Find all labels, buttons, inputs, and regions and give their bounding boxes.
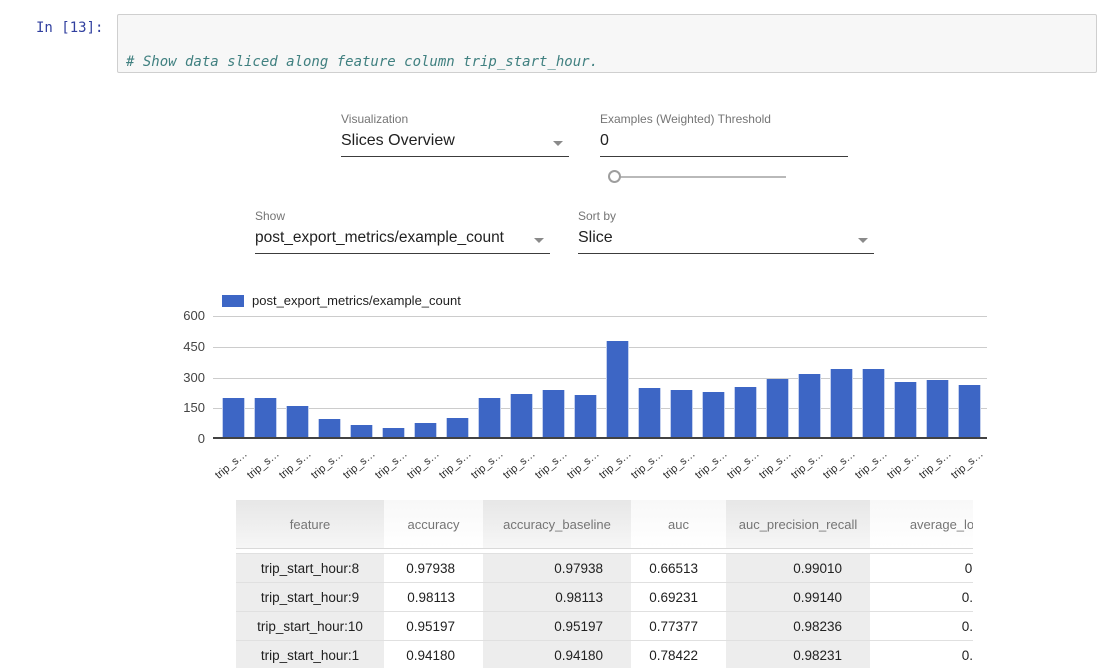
show-label: Show bbox=[255, 209, 550, 223]
metric-cell: 0.1111 bbox=[870, 554, 973, 582]
metric-cell: 0.0892 bbox=[870, 583, 973, 611]
visualization-selected-value: Slices Overview bbox=[341, 132, 455, 149]
y-axis-tick-label: 150 bbox=[160, 400, 205, 415]
metric-cell: 0.77377 bbox=[631, 612, 726, 640]
bar[interactable] bbox=[478, 398, 501, 437]
feature-cell: trip_start_hour:9 bbox=[236, 583, 384, 611]
column-header[interactable]: accuracy_baseline bbox=[483, 500, 631, 548]
legend-swatch-icon bbox=[222, 295, 244, 307]
bar-plot bbox=[213, 316, 987, 439]
table-row: trip_start_hour:100.951970.951970.773770… bbox=[236, 611, 973, 640]
bar[interactable] bbox=[606, 341, 629, 437]
table-row: trip_start_hour:10.941800.941800.784220.… bbox=[236, 640, 973, 668]
metric-cell: 0.97938 bbox=[384, 554, 483, 582]
bar[interactable] bbox=[926, 380, 949, 437]
bar[interactable] bbox=[446, 418, 469, 437]
visualization-dropdown[interactable]: Visualization Slices Overview bbox=[341, 112, 569, 157]
bar[interactable] bbox=[958, 385, 981, 437]
legend-label: post_export_metrics/example_count bbox=[252, 293, 461, 308]
table-header-row: featureaccuracyaccuracy_baselineaucauc_p… bbox=[236, 500, 973, 549]
metrics-table-inner: featureaccuracyaccuracy_baselineaucauc_p… bbox=[236, 500, 973, 668]
metric-cell: 0.1541 bbox=[870, 612, 973, 640]
cell-input-prompt: In [13]: bbox=[36, 20, 103, 36]
threshold-label: Examples (Weighted) Threshold bbox=[600, 112, 848, 126]
metric-cell: 0.98236 bbox=[726, 612, 870, 640]
gridline bbox=[213, 316, 987, 317]
code-cell[interactable]: # Show data sliced along feature column … bbox=[117, 14, 1097, 73]
bar[interactable] bbox=[414, 423, 437, 437]
threshold-field[interactable]: Examples (Weighted) Threshold bbox=[600, 112, 848, 157]
column-header[interactable]: average_loss bbox=[870, 500, 973, 548]
bar[interactable] bbox=[254, 398, 277, 437]
column-header[interactable]: auc_precision_recall bbox=[726, 500, 870, 548]
column-header[interactable]: accuracy bbox=[384, 500, 483, 548]
bar[interactable] bbox=[862, 369, 885, 437]
gridline bbox=[213, 347, 987, 348]
table-row: trip_start_hour:80.979380.979380.665130.… bbox=[236, 553, 973, 582]
metric-cell: 0.66513 bbox=[631, 554, 726, 582]
bar[interactable] bbox=[798, 374, 821, 437]
bar[interactable] bbox=[542, 390, 565, 437]
bar[interactable] bbox=[638, 388, 661, 437]
bar[interactable] bbox=[830, 369, 853, 437]
threshold-input[interactable] bbox=[600, 129, 848, 156]
bar[interactable] bbox=[766, 379, 789, 437]
metric-cell: 0.95197 bbox=[483, 612, 631, 640]
metric-cell: 0.69231 bbox=[631, 583, 726, 611]
bar[interactable] bbox=[286, 406, 309, 437]
chevron-down-icon[interactable] bbox=[534, 238, 544, 243]
metric-cell: 0.78422 bbox=[631, 641, 726, 668]
code-line-comment: # Show data sliced along feature column … bbox=[126, 54, 1088, 71]
bar[interactable] bbox=[734, 387, 757, 437]
metric-cell: 0.95197 bbox=[384, 612, 483, 640]
metric-cell: 0.98113 bbox=[483, 583, 631, 611]
metric-cell: 0.1901 bbox=[870, 641, 973, 668]
column-header[interactable]: feature bbox=[236, 500, 384, 548]
table-row: trip_start_hour:90.981130.981130.692310.… bbox=[236, 582, 973, 611]
slider-handle[interactable] bbox=[608, 170, 621, 183]
sort-by-dropdown[interactable]: Sort by Slice bbox=[578, 209, 874, 254]
chart-legend: post_export_metrics/example_count bbox=[222, 293, 461, 308]
sort-by-label: Sort by bbox=[578, 209, 874, 223]
threshold-slider[interactable] bbox=[606, 169, 790, 185]
show-metric-dropdown[interactable]: Show post_export_metrics/example_count bbox=[255, 209, 550, 254]
metric-cell: 0.99010 bbox=[726, 554, 870, 582]
y-axis-tick-label: 300 bbox=[160, 370, 205, 385]
metric-cell: 0.98113 bbox=[384, 583, 483, 611]
notebook-page: In [13]: # Show data sliced along featur… bbox=[0, 0, 1111, 668]
feature-cell: trip_start_hour:10 bbox=[236, 612, 384, 640]
metrics-table: featureaccuracyaccuracy_baselineaucauc_p… bbox=[236, 500, 973, 668]
metric-cell: 0.97938 bbox=[483, 554, 631, 582]
metric-cell: 0.94180 bbox=[384, 641, 483, 668]
bar[interactable] bbox=[894, 382, 917, 437]
feature-cell: trip_start_hour:8 bbox=[236, 554, 384, 582]
y-axis-tick-label: 450 bbox=[160, 339, 205, 354]
bar[interactable] bbox=[574, 395, 597, 437]
bar[interactable] bbox=[222, 398, 245, 437]
metric-cell: 0.99140 bbox=[726, 583, 870, 611]
chevron-down-icon[interactable] bbox=[553, 141, 563, 146]
y-axis-tick-label: 0 bbox=[160, 431, 205, 446]
metric-cell: 0.94180 bbox=[483, 641, 631, 668]
bar[interactable] bbox=[702, 392, 725, 437]
slider-track[interactable] bbox=[614, 176, 786, 178]
bar[interactable] bbox=[350, 425, 373, 437]
y-axis-tick-label: 600 bbox=[160, 308, 205, 323]
show-selected-value: post_export_metrics/example_count bbox=[255, 229, 504, 246]
bar[interactable] bbox=[382, 428, 405, 437]
bar[interactable] bbox=[318, 419, 341, 437]
sort-by-selected-value: Slice bbox=[578, 229, 613, 246]
metric-cell: 0.98231 bbox=[726, 641, 870, 668]
feature-cell: trip_start_hour:1 bbox=[236, 641, 384, 668]
chevron-down-icon[interactable] bbox=[858, 238, 868, 243]
visualization-label: Visualization bbox=[341, 112, 569, 126]
column-header[interactable]: auc bbox=[631, 500, 726, 548]
bar[interactable] bbox=[510, 394, 533, 437]
bar[interactable] bbox=[670, 390, 693, 437]
